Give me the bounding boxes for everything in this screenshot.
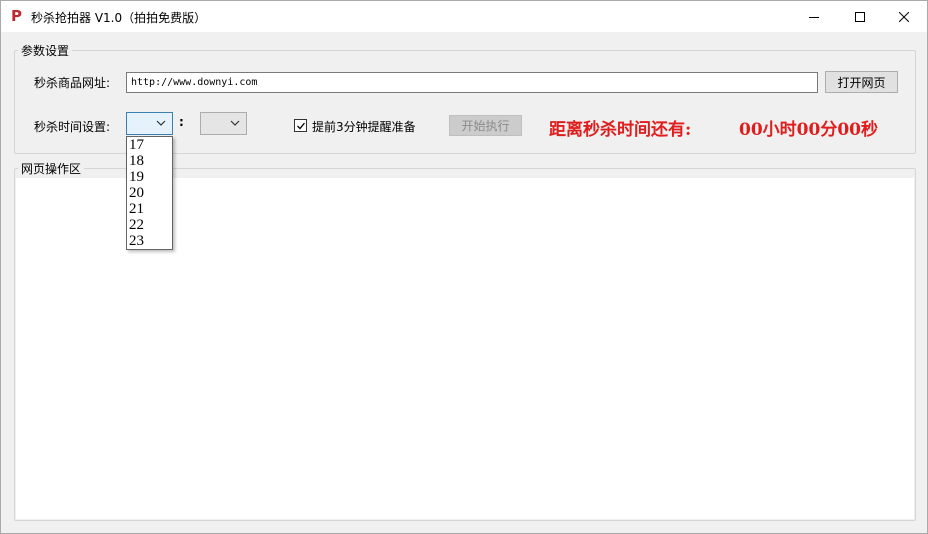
time-colon: : <box>179 115 184 129</box>
chevron-down-icon <box>156 120 166 126</box>
close-button[interactable] <box>881 1 927 32</box>
maximize-icon <box>855 11 865 22</box>
web-group-caption: 网页操作区 <box>18 160 85 177</box>
hour-option[interactable]: 19 <box>127 169 172 185</box>
time-label: 秒杀时间设置: <box>34 120 111 134</box>
app-window: P 秒杀抢拍器 V1.0（拍拍免费版） 参数设置 秒杀商品网址: http://… <box>0 0 928 534</box>
minimize-icon <box>809 16 819 18</box>
checkmark-icon <box>297 122 306 130</box>
countdown-value: 00小时00分00秒 <box>739 120 878 140</box>
params-group-caption: 参数设置 <box>18 42 73 59</box>
window-title: 秒杀抢拍器 V1.0（拍拍免费版） <box>31 11 207 25</box>
app-p-icon: P <box>11 7 22 25</box>
open-page-button[interactable]: 打开网页 <box>825 71 898 93</box>
chevron-down-icon <box>230 120 240 126</box>
start-button[interactable]: 开始执行 <box>449 115 522 136</box>
minimize-button[interactable] <box>791 1 837 32</box>
hour-option[interactable]: 18 <box>127 153 172 169</box>
hour-combobox[interactable] <box>126 112 173 135</box>
hour-option[interactable]: 17 <box>127 137 172 153</box>
countdown-label: 距离秒杀时间还有: <box>549 120 692 140</box>
hour-option[interactable]: 20 <box>127 185 172 201</box>
hour-dropdown-list: 17 18 19 20 21 22 23 <box>126 136 173 250</box>
hour-option[interactable]: 22 <box>127 217 172 233</box>
url-label: 秒杀商品网址: <box>34 76 111 90</box>
reminder-label[interactable]: 提前3分钟提醒准备 <box>312 118 416 135</box>
reminder-checkbox[interactable] <box>294 119 307 132</box>
title-bar[interactable]: P 秒杀抢拍器 V1.0（拍拍免费版） <box>1 1 927 32</box>
hour-option[interactable]: 21 <box>127 201 172 217</box>
minute-combobox[interactable] <box>200 112 247 135</box>
hour-option[interactable]: 23 <box>127 233 172 249</box>
close-icon <box>899 11 909 22</box>
maximize-button[interactable] <box>837 1 883 32</box>
url-input[interactable]: http://www.downyi.com <box>126 72 818 93</box>
